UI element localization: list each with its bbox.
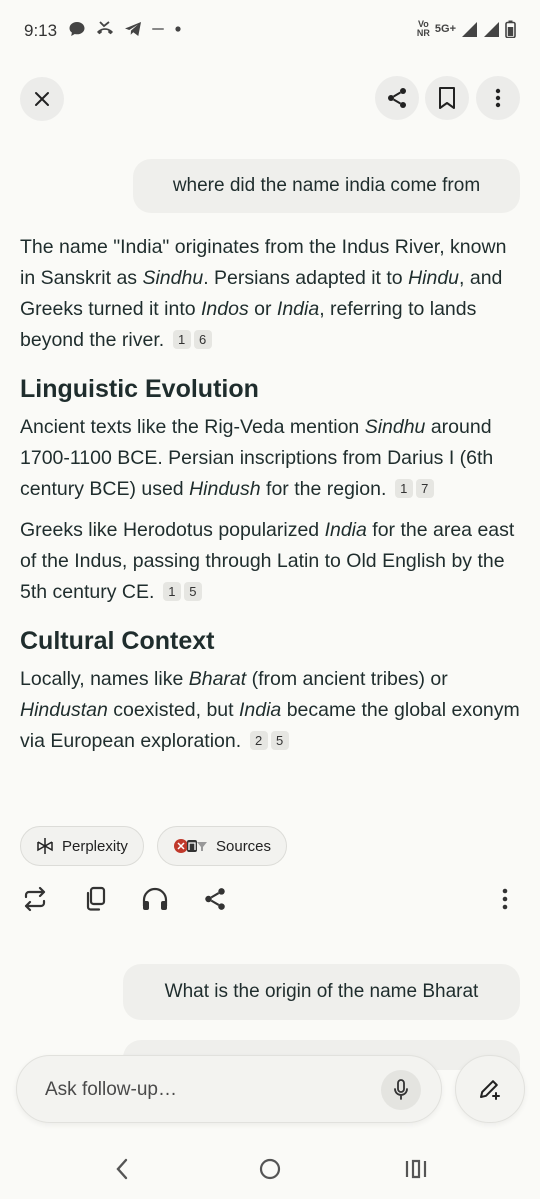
text-run: for the region. [260,478,387,500]
back-nav-icon[interactable] [114,1157,130,1181]
more-options-button[interactable] [476,76,520,120]
signal-icon-2 [484,21,499,37]
italic-term: India [238,699,282,721]
bookmark-icon [439,87,455,109]
answer-intro-paragraph: The name "India" originates from the Ind… [20,232,520,356]
citation-badge[interactable]: 7 [415,479,434,498]
copy-icon [86,886,106,911]
recents-nav-icon[interactable] [404,1158,428,1180]
listen-button[interactable] [140,884,170,914]
headphones-icon [142,887,168,910]
citation-badge[interactable]: 1 [172,330,191,349]
copy-button[interactable] [80,884,110,914]
answer-body: The name "India" originates from the Ind… [20,232,520,767]
compose-plus-icon [480,1080,500,1100]
answer-more-button[interactable] [490,884,520,914]
italic-term: Sindhu [364,416,426,438]
italic-term: Sindhu [142,267,204,289]
status-time: 9:13 [24,21,58,40]
voice-input-button[interactable] [381,1070,421,1110]
text-run: Ancient texts like the Rig-Veda mention [20,416,365,438]
italic-term: Hindush [189,478,261,500]
system-navigation-bar [0,1140,540,1199]
sources-chip-label: Sources [216,837,272,855]
home-nav-icon[interactable] [258,1157,282,1181]
missed-call-icon [97,21,113,35]
share-icon [205,888,225,910]
chat-bubble-icon [69,22,85,36]
italic-term: India [324,519,367,541]
cultural-context-paragraph: Locally, names like Bharat (from ancient… [20,664,520,757]
new-thread-button[interactable] [455,1055,525,1123]
followup-input[interactable] [45,1056,365,1124]
italic-term: India [276,298,320,320]
battery-icon [505,20,516,38]
italic-term: Bharat [188,668,247,690]
nr-text: NR [416,28,430,38]
user-query-text: where did the name india come from [172,175,481,196]
text-run: . Persians adapted it to [203,267,409,289]
citation-badge[interactable]: 1 [162,582,181,601]
share-answer-button[interactable] [200,884,230,914]
text-run: coexisted, but [107,699,239,721]
perplexity-logo-icon [37,838,53,854]
followup-input-container [16,1055,442,1124]
citation-badge[interactable]: 5 [183,582,202,601]
text-run: or [248,298,277,320]
status-bar: 9:13 Vo NR 5G+ [0,0,540,62]
perplexity-thread-screen: 9:13 Vo NR 5G+ where did the name india … [0,0,540,1199]
sources-chip[interactable]: Sources [157,826,288,866]
microphone-icon [394,1079,408,1100]
share-icon [388,88,406,108]
network-type: 5G+ [434,22,456,35]
share-button[interactable] [375,76,419,120]
user-query-bubble-2: What is the origin of the name Bharat [123,964,520,1020]
repeat-icon [24,886,46,912]
source-favicons [173,838,208,854]
telegram-icon [125,22,141,36]
user-query-bubble: where did the name india come from [133,159,520,213]
notification-icons [68,20,182,38]
source-favicon-gray-icon [197,842,207,851]
citation-badge[interactable]: 2 [249,731,268,750]
system-status-icons: Vo NR 5G+ [417,20,516,38]
text-run: Locally, names like [20,668,189,690]
linguistic-evolution-paragraph-1: Ancient texts like the Rig-Veda mention … [20,412,520,505]
more-notifications-dot-icon [175,26,181,32]
citation-badge[interactable]: 1 [394,479,413,498]
text-run: (from ancient tribes) or [246,668,448,690]
small-notification-icon [152,28,164,30]
perplexity-chip-label: Perplexity [62,837,128,855]
volte-nr-label: Vo NR [417,20,430,38]
section-title-cultural-context: Cultural Context [20,627,215,655]
close-button[interactable] [20,77,64,121]
linguistic-evolution-paragraph-2: Greeks like Herodotus popularized India … [20,515,520,608]
text-run: Greeks like Herodotus popularized [20,519,325,541]
more-vertical-icon [495,88,501,108]
more-vertical-icon [502,888,508,910]
section-title-linguistic-evolution: Linguistic Evolution [20,375,259,403]
signal-icon-1 [462,21,477,37]
user-query-text-2: What is the origin of the name Bharat [164,981,479,1002]
italic-term: Hindustan [20,699,108,721]
close-icon [35,92,49,106]
perplexity-chip[interactable]: Perplexity [20,826,144,866]
citation-badge[interactable]: 5 [270,731,289,750]
bookmark-button[interactable] [425,76,469,120]
italic-term: Hindu [408,267,460,289]
rewrite-button[interactable] [20,884,50,914]
citation-badge[interactable]: 6 [193,330,212,349]
italic-term: Indos [201,298,249,320]
